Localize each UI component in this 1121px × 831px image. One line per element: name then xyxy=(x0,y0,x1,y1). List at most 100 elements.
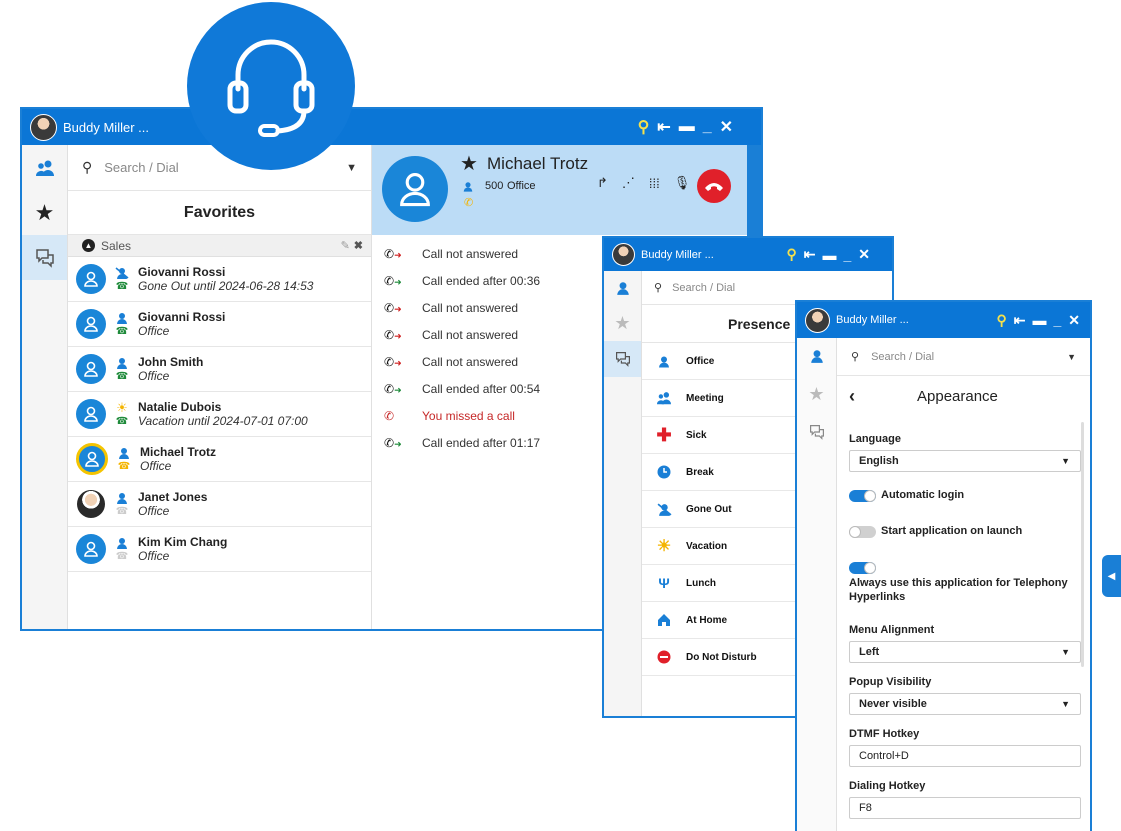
incoming-call-icon: ✆➜ xyxy=(384,435,402,450)
history-text: Call not answered xyxy=(422,354,519,369)
chevron-down-icon: ▼ xyxy=(1061,456,1070,466)
minimize-icon[interactable]: _ xyxy=(703,118,712,136)
search-input[interactable]: Search / Dial xyxy=(672,282,735,294)
start-on-launch-toggle[interactable] xyxy=(849,526,876,538)
window-icon[interactable]: ▬ xyxy=(1032,312,1046,328)
close-icon[interactable]: ✕ xyxy=(1068,312,1080,329)
dock-icon[interactable]: ⇤ xyxy=(1014,312,1026,329)
dialing-hotkey-label: Dialing Hotkey xyxy=(849,780,926,792)
popup-visibility-label: Popup Visibility xyxy=(849,676,932,688)
minimize-icon[interactable]: _ xyxy=(1053,312,1061,328)
phone-settings-icon[interactable]: ⚲ xyxy=(996,312,1006,329)
rail-contacts[interactable] xyxy=(604,271,641,305)
search-input[interactable]: Search / Dial xyxy=(104,160,178,175)
language-select[interactable]: English ▼ xyxy=(849,450,1081,472)
scrollbar[interactable] xyxy=(1081,422,1084,667)
user-name[interactable]: Buddy Miller ... xyxy=(836,314,909,326)
user-name[interactable]: Buddy Miller ... xyxy=(641,249,714,261)
expand-panel-tab[interactable]: ◀ xyxy=(1102,555,1121,597)
outgoing-call-icon: ✆➜ xyxy=(384,354,402,369)
search-icon: ⚲ xyxy=(654,282,663,294)
dtmf-hotkey-input[interactable]: Control+D xyxy=(849,745,1081,767)
call-actions: ↱ ⋰ ⁞⁞⁞ 🎙 xyxy=(597,175,690,191)
rail-chat[interactable] xyxy=(22,235,67,280)
automatic-login-toggle[interactable] xyxy=(849,490,876,502)
contact-row[interactable]: ☎ Kim Kim Chang Office xyxy=(68,527,371,572)
clock-icon xyxy=(657,465,671,479)
nav-rail: ★ xyxy=(22,145,68,629)
back-icon[interactable]: ‹ xyxy=(849,386,855,407)
contact-list: ☎ Giovanni Rossi Gone Out until 2024-06-… xyxy=(68,257,371,572)
contact-row[interactable]: ☎ Janet Jones Office xyxy=(68,482,371,527)
conference-icon[interactable]: ⋰ xyxy=(622,175,635,191)
phone-idle-icon: ☎ xyxy=(115,280,129,292)
chat-icon xyxy=(615,352,630,367)
menu-alignment-select[interactable]: Left ▼ xyxy=(849,641,1081,663)
popup-visibility-select[interactable]: Never visible ▼ xyxy=(849,693,1081,715)
search-input[interactable]: Search / Dial xyxy=(871,351,934,363)
phone-offline-icon: ☎ xyxy=(115,550,129,562)
rail-chat[interactable] xyxy=(604,341,641,377)
transfer-icon[interactable]: ↱ xyxy=(597,175,608,191)
chevron-down-icon[interactable]: ▼ xyxy=(346,162,357,174)
gone-out-icon xyxy=(115,266,129,279)
person-outline-icon xyxy=(84,316,98,332)
window-icon[interactable]: ▬ xyxy=(679,118,695,136)
appearance-window: Buddy Miller ... ⚲ ⇤ ▬ _ ✕ ★ ⚲ Search / … xyxy=(795,300,1092,831)
contacts-icon xyxy=(35,160,54,176)
contact-status: Gone Out until 2024-06-28 14:53 xyxy=(138,279,314,293)
contact-avatar xyxy=(76,309,106,339)
telephony-hyperlinks-label-line2: Hyperlinks xyxy=(849,591,906,603)
sun-icon: ☀ xyxy=(656,538,672,555)
user-name[interactable]: Buddy Miller ... xyxy=(63,120,149,135)
rail-favorites[interactable]: ★ xyxy=(22,190,67,235)
person-outline-icon xyxy=(84,271,98,287)
person-outline-icon xyxy=(84,406,98,422)
keypad-icon[interactable]: ⁞⁞⁞ xyxy=(649,176,660,191)
person-icon xyxy=(616,282,629,295)
presence-label: Office xyxy=(686,355,715,367)
headset-icon xyxy=(227,39,315,137)
collapse-icon[interactable]: ▲ xyxy=(82,239,95,252)
history-text: Call ended after 00:54 xyxy=(422,381,541,396)
contact-row[interactable]: ☎ Michael Trotz Office xyxy=(68,437,371,482)
contact-name: Natalie Dubois xyxy=(138,400,222,414)
dialing-hotkey-input[interactable]: F8 xyxy=(849,797,1081,819)
favorite-star-icon[interactable]: ★ xyxy=(460,151,478,176)
contact-status: Office xyxy=(138,324,170,338)
contact-row[interactable]: ☀ ☎ Natalie Dubois Vacation until 2024-0… xyxy=(68,392,371,437)
home-icon xyxy=(658,614,670,626)
user-avatar[interactable] xyxy=(30,113,57,141)
hangup-button[interactable] xyxy=(697,169,731,203)
remove-group-icon[interactable]: ✖ xyxy=(354,239,363,252)
phone-settings-icon[interactable]: ⚲ xyxy=(638,117,650,137)
close-icon[interactable]: ✕ xyxy=(720,117,733,137)
rail-favorites[interactable]: ★ xyxy=(604,305,641,341)
contact-row[interactable]: ☎ John Smith Office xyxy=(68,347,371,392)
contact-avatar xyxy=(76,354,106,384)
edit-icon[interactable]: ✎ xyxy=(341,239,350,252)
contact-row[interactable]: ☎ Giovanni Rossi Office xyxy=(68,302,371,347)
chevron-down-icon[interactable]: ▼ xyxy=(1067,352,1076,362)
dock-icon[interactable]: ⇤ xyxy=(804,246,816,263)
user-avatar[interactable] xyxy=(612,243,635,266)
sun-icon: ☀ xyxy=(116,399,128,415)
user-avatar[interactable] xyxy=(805,307,830,333)
dock-icon[interactable]: ⇤ xyxy=(657,117,670,137)
outgoing-call-icon: ✆➜ xyxy=(384,300,402,315)
contact-status: Vacation until 2024-07-01 07:00 xyxy=(138,414,308,428)
telephony-hyperlinks-toggle[interactable] xyxy=(849,562,876,574)
close-icon[interactable]: ✕ xyxy=(858,246,870,263)
minimize-icon[interactable]: _ xyxy=(843,247,851,263)
person-icon xyxy=(117,492,127,504)
rail-contacts[interactable] xyxy=(22,145,67,190)
contact-row[interactable]: ☎ Giovanni Rossi Gone Out until 2024-06-… xyxy=(68,257,371,302)
window-icon[interactable]: ▬ xyxy=(822,247,836,263)
group-header[interactable]: ▲ Sales ✎ ✖ xyxy=(68,235,371,257)
contact-status: Office xyxy=(140,459,172,473)
search-bar[interactable]: ⚲ Search / Dial ▼ xyxy=(837,338,1090,376)
phone-settings-icon[interactable]: ⚲ xyxy=(786,246,796,263)
microphone-icon[interactable]: 🎙 xyxy=(674,175,691,191)
star-icon: ★ xyxy=(34,199,55,225)
contact-name: Janet Jones xyxy=(138,490,208,504)
